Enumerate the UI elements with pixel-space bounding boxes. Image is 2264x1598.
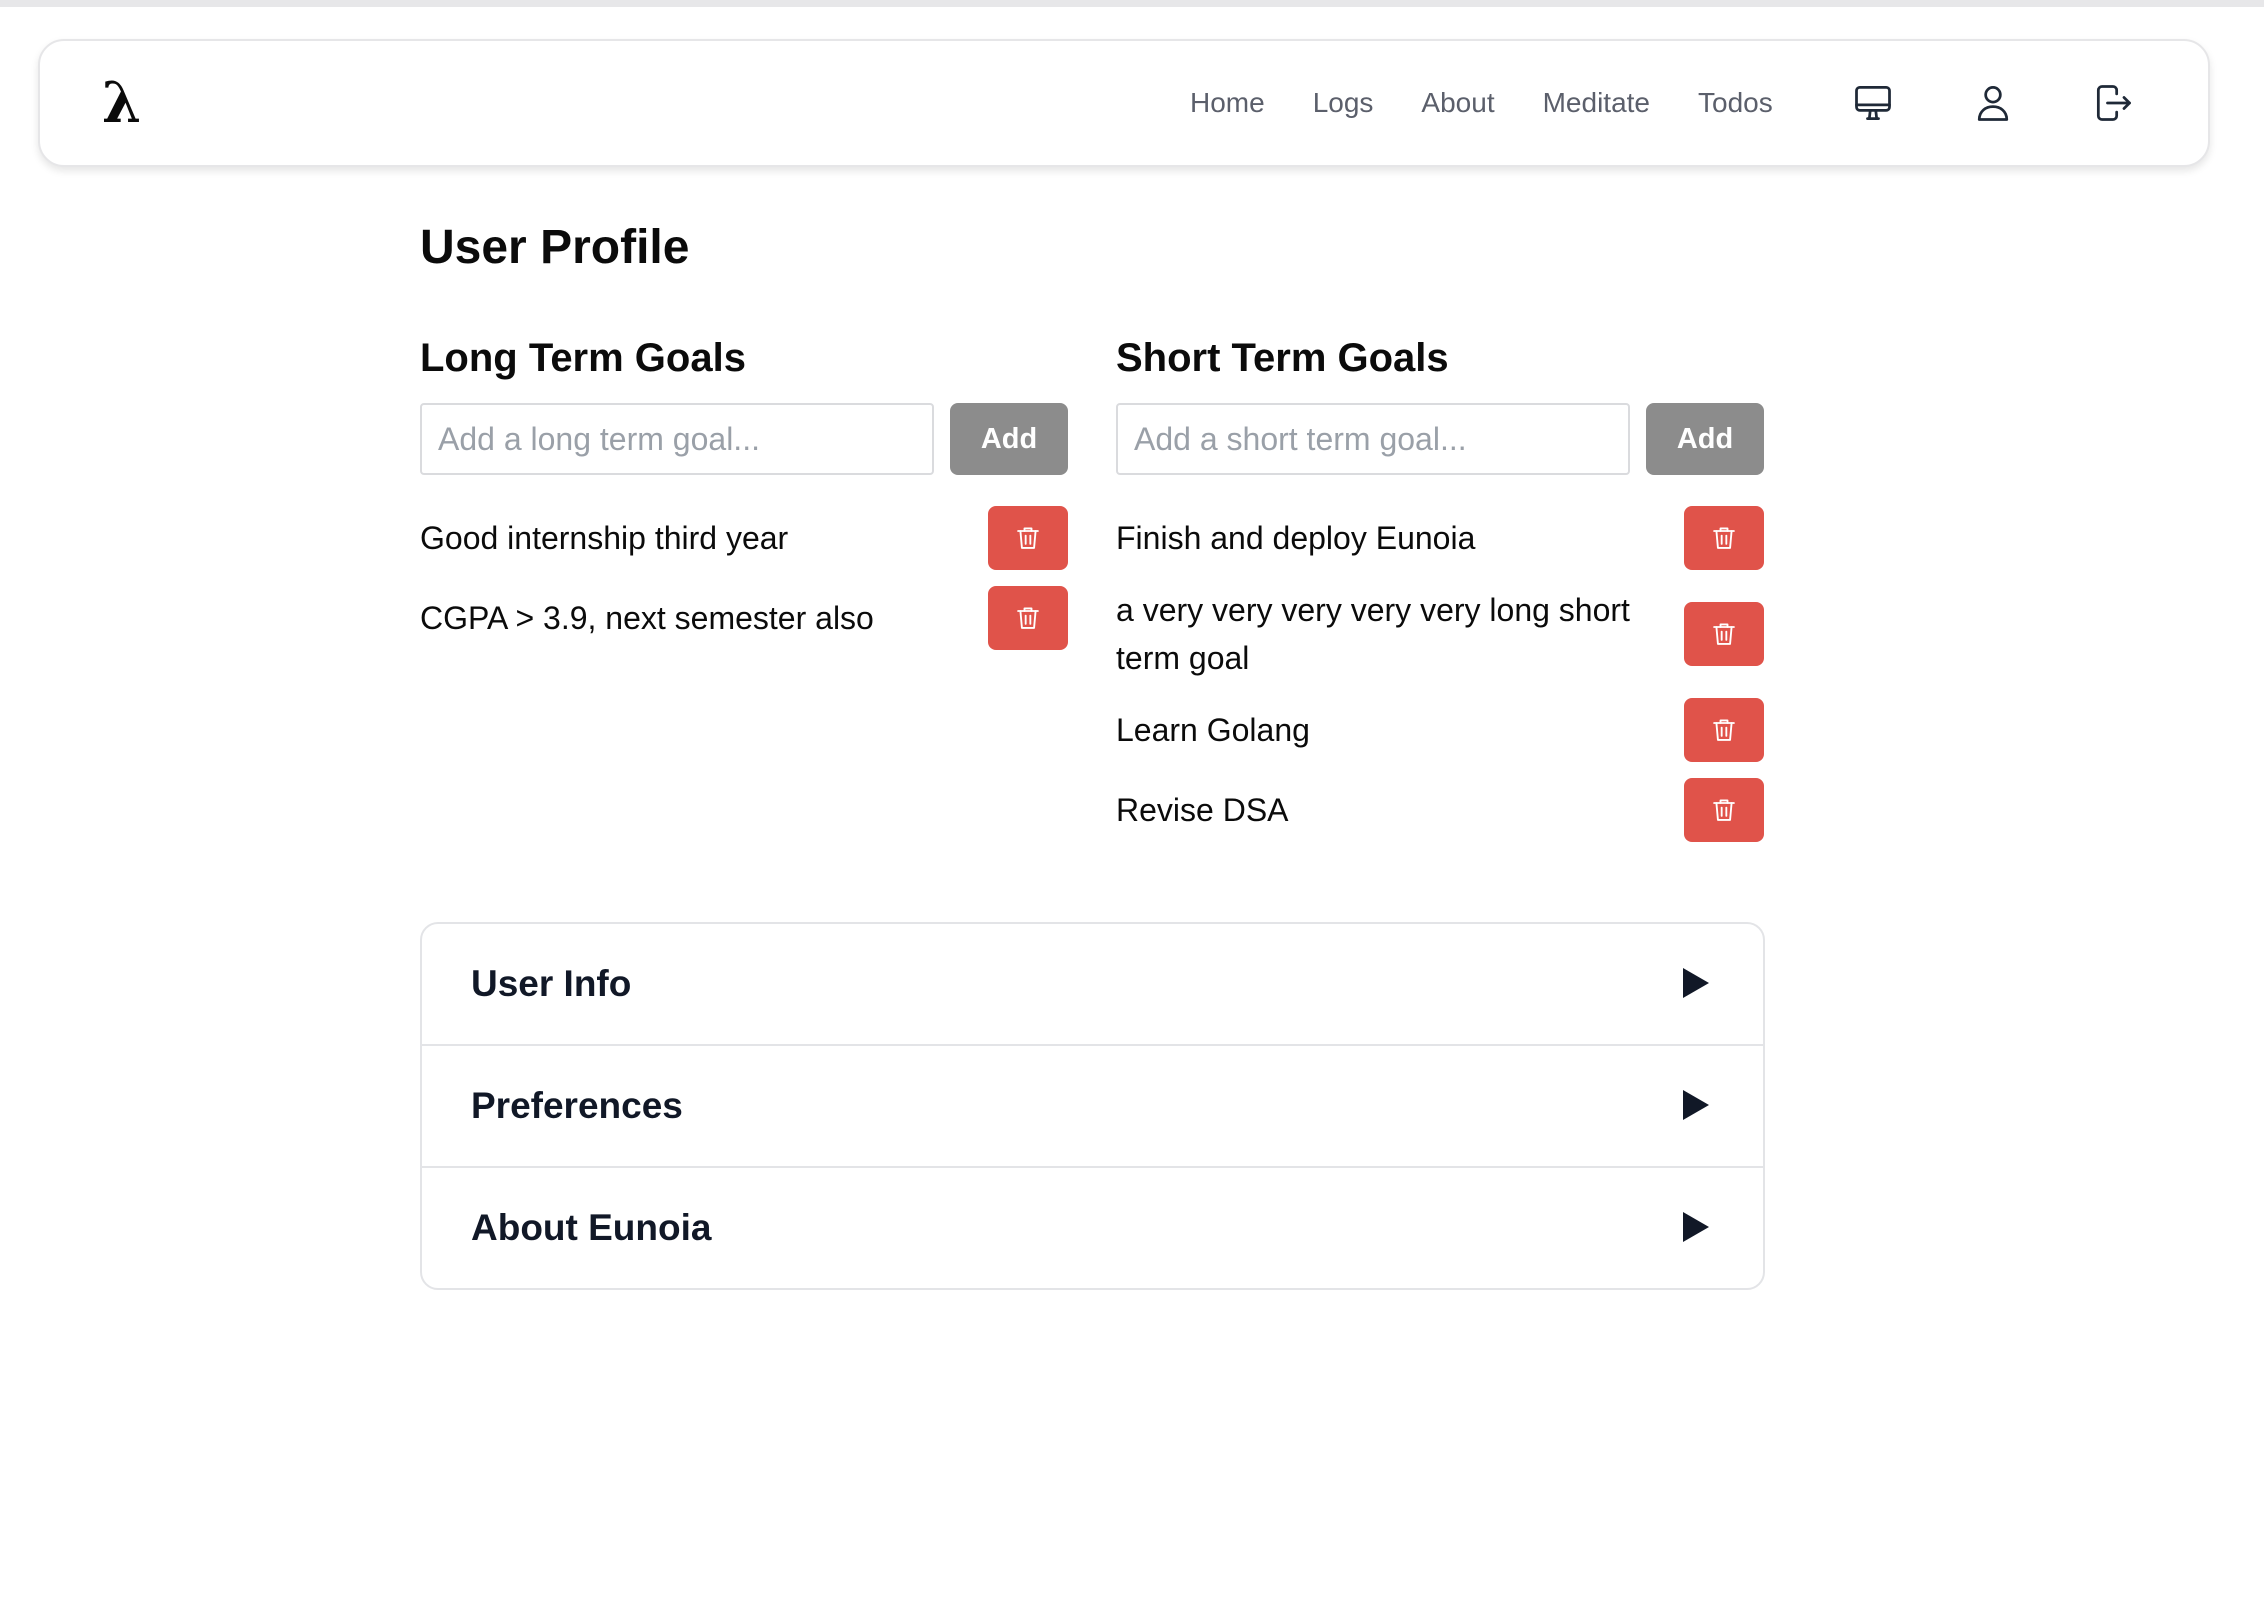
goal-text: Revise DSA (1116, 792, 1289, 828)
nav-link-home[interactable]: Home (1190, 87, 1265, 119)
short-term-goal-list: Finish and deploy Eunoia a very very ver… (1116, 506, 1764, 858)
accordion-label: About Eunoia (471, 1207, 712, 1248)
delete-goal-button[interactable] (988, 506, 1068, 570)
trash-icon (1017, 607, 1039, 629)
goal-text: CGPA > 3.9, next semester also (420, 600, 874, 636)
triangle-right-icon (1681, 1210, 1711, 1244)
delete-goal-button[interactable] (1684, 698, 1764, 762)
page-title: User Profile (420, 221, 690, 274)
trash-icon (1017, 527, 1039, 549)
delete-goal-button[interactable] (1684, 506, 1764, 570)
long-term-add-row: Add (420, 403, 1068, 475)
accordion-label: Preferences (471, 1085, 683, 1126)
long-term-goals-heading: Long Term Goals (420, 336, 746, 380)
triangle-right-icon (1681, 966, 1711, 1000)
navbar: λ Home Logs About Meditate Todos (38, 39, 2210, 167)
trash-icon (1713, 623, 1735, 645)
logo[interactable]: λ (102, 67, 141, 139)
short-term-goals-section: Short Term Goals Add Finish and deploy E… (1116, 330, 1764, 842)
logout-icon[interactable] (2091, 81, 2135, 125)
delete-goal-button[interactable] (1684, 778, 1764, 842)
nav-link-meditate[interactable]: Meditate (1543, 87, 1650, 119)
goal-item: Revise DSA (1116, 778, 1764, 842)
goal-text: a very very very very very long short te… (1116, 592, 1630, 676)
long-term-goal-input[interactable] (420, 403, 934, 475)
short-term-add-button[interactable]: Add (1646, 403, 1764, 475)
trash-icon (1713, 799, 1735, 821)
nav-links: Home Logs About Meditate Todos (1190, 41, 1821, 165)
monitor-icon[interactable] (1851, 81, 1895, 125)
goal-text: Good internship third year (420, 520, 789, 556)
long-term-goal-list: Good internship third year CGPA > 3.9, n… (420, 506, 1068, 666)
accordion-label: User Info (471, 963, 632, 1004)
accordion-preferences[interactable]: Preferences (422, 1046, 1763, 1168)
nav-link-about[interactable]: About (1421, 87, 1494, 119)
goal-item: Good internship third year (420, 506, 1068, 570)
trash-icon (1713, 527, 1735, 549)
long-term-goals-section: Long Term Goals Add Good internship thir… (420, 330, 1068, 650)
short-term-goals-heading: Short Term Goals (1116, 336, 1449, 380)
accordion-about-eunoia[interactable]: About Eunoia (422, 1168, 1763, 1288)
browser-top-rule (0, 0, 2264, 7)
user-icon[interactable] (1971, 81, 2015, 125)
delete-goal-button[interactable] (988, 586, 1068, 650)
profile-accordion: User Info Preferences About Eunoia (420, 922, 1765, 1290)
long-term-add-button[interactable]: Add (950, 403, 1068, 475)
short-term-add-row: Add (1116, 403, 1764, 475)
goal-text: Learn Golang (1116, 712, 1310, 748)
triangle-right-icon (1681, 1088, 1711, 1122)
goal-item: Finish and deploy Eunoia (1116, 506, 1764, 570)
goal-text: Finish and deploy Eunoia (1116, 520, 1476, 556)
goal-item: CGPA > 3.9, next semester also (420, 586, 1068, 650)
nav-link-logs[interactable]: Logs (1313, 87, 1374, 119)
goal-item: Learn Golang (1116, 698, 1764, 762)
trash-icon (1713, 719, 1735, 741)
goal-item: a very very very very very long short te… (1116, 586, 1764, 682)
delete-goal-button[interactable] (1684, 602, 1764, 666)
nav-link-todos[interactable]: Todos (1698, 87, 1773, 119)
short-term-goal-input[interactable] (1116, 403, 1630, 475)
accordion-user-info[interactable]: User Info (422, 924, 1763, 1046)
